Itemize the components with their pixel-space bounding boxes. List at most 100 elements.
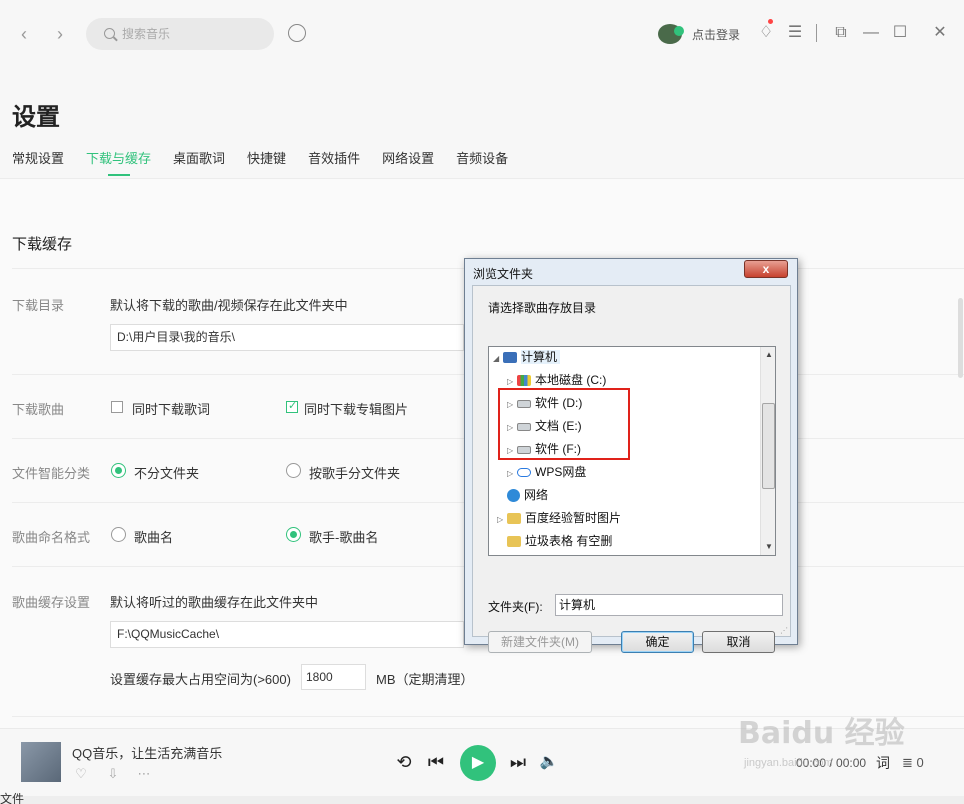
tree-item-label: 本地磁盘 (C:) [535,373,607,387]
title-bar: ‹ › 搜索音乐 点击登录 ♢ ☰ ⧉ — ☐ ✕ [0,0,964,72]
cloud-icon [517,468,531,478]
download-dir-desc: 默认将下载的歌曲/视频保存在此文件夹中 [110,298,348,313]
page-scrollbar[interactable] [958,298,963,378]
section-title: 下载缓存 [12,236,73,253]
search-input[interactable]: 搜索音乐 [86,18,274,50]
back-button[interactable]: ‹ [14,22,34,46]
mini-mode-icon[interactable]: ⧉ [832,24,850,42]
voice-search-icon[interactable] [288,24,306,42]
tree-item-drive-c[interactable]: ▷ 本地磁盘 (C:) [507,370,606,390]
cache-size-label: 设置缓存最大占用空间为(>600) [110,672,291,687]
computer-icon [503,352,517,364]
tree-item-label: 垃圾表格 有空删 [525,534,613,548]
download-cover-label: 同时下载专辑图片 [304,402,409,417]
album-cover[interactable] [21,742,61,782]
tab-shortcuts[interactable]: 快捷键 [247,148,286,176]
system-drive-icon [517,375,531,387]
naming-label: 歌曲命名格式 [12,530,91,545]
cache-desc: 默认将听过的歌曲缓存在此文件夹中 [110,595,319,610]
download-dir-field[interactable]: D:\用户目录\我的音乐\ [110,324,464,351]
tree-item-folder[interactable]: ▷ 百度经验暂时图片 [497,508,621,528]
cache-size-input[interactable]: 1800 [301,664,366,690]
new-folder-button[interactable]: 新建文件夹(M) [488,631,592,653]
expand-icon[interactable]: ▷ [497,510,507,530]
maximize-icon[interactable]: ☐ [891,24,909,42]
tree-item-computer[interactable]: ◢ 计算机 [493,347,561,369]
bottom-text: 文件 [0,792,25,804]
minimize-icon[interactable]: — [862,24,880,42]
naming-song-label: 歌曲名 [134,530,174,545]
download-icon[interactable]: ⇩ [105,766,121,782]
playlist-button[interactable]: ≣ 0 [902,755,924,771]
song-title: QQ音乐，让生活充满音乐 [72,746,223,761]
tab-network[interactable]: 网络设置 [382,148,434,176]
scroll-down-icon[interactable]: ▼ [765,542,773,551]
folder-input[interactable]: 计算机 [555,594,783,616]
classify-none-label: 不分文件夹 [134,466,200,481]
download-cover-checkbox[interactable] [286,399,298,413]
baidu-watermark-url: jingyan.baidu.com [744,757,833,769]
cache-dir-field[interactable]: F:\QQMusicCache\ [110,621,464,648]
separator [816,24,817,42]
naming-artist-song-radio[interactable] [286,527,301,542]
expand-icon[interactable]: ▷ [507,464,517,484]
tree-item-label: WPS网盘 [535,465,587,479]
tree-item-label: 百度经验暂时图片 [525,511,622,525]
lyric-button[interactable]: 词 [876,753,890,773]
close-icon[interactable]: ✕ [931,24,949,42]
tab-general[interactable]: 常规设置 [12,148,64,176]
tab-desktop-lyrics[interactable]: 桌面歌词 [173,148,225,176]
cache-size-unit: MB（定期清理） [376,672,474,687]
download-songs-label: 下载歌曲 [12,402,65,417]
tab-download-cache[interactable]: 下载与缓存 [86,148,151,176]
ok-button[interactable]: 确定 [621,631,694,653]
loop-icon[interactable]: ⟲ [393,751,415,773]
search-placeholder: 搜索音乐 [122,27,171,41]
download-lyrics-label: 同时下载歌词 [132,402,211,417]
classify-none-radio[interactable] [111,463,126,478]
folder-icon [507,513,521,525]
folder-icon [507,536,521,548]
cancel-button[interactable]: 取消 [702,631,775,653]
scroll-up-icon[interactable]: ▲ [765,350,773,359]
download-dir-label: 下载目录 [12,298,65,313]
tree-item-network[interactable]: 网络 [497,485,548,505]
previous-icon[interactable]: ⏮ [425,751,447,773]
skin-icon[interactable]: ♢ [757,24,775,42]
next-icon[interactable]: ⏭ [507,751,529,773]
forward-button[interactable]: › [50,22,70,46]
dialog-close-button[interactable]: x [744,260,788,278]
heart-icon[interactable]: ♡ [73,766,89,782]
download-lyrics-checkbox[interactable] [111,401,123,413]
scroll-thumb[interactable] [762,403,775,489]
resize-grip-icon[interactable]: ⋰ [780,626,788,635]
naming-song-radio[interactable] [111,527,126,542]
avatar[interactable] [658,24,684,44]
naming-artist-song-label: 歌手-歌曲名 [309,530,379,545]
more-icon[interactable]: ⋯ [136,766,152,782]
tree-item-label: 计算机 [521,350,561,364]
page-title: 设置 [12,104,60,131]
dialog-body: 请选择歌曲存放目录 ◢ 计算机 ▷ 本地磁盘 (C:) ▷ 软件 (D:) ▷ 文档 (… [472,285,791,653]
tree-item-wps-cloud[interactable]: ▷ WPS网盘 [507,462,586,482]
settings-tabs: 常规设置 下载与缓存 桌面歌词 快捷键 音效插件 网络设置 音频设备 [12,148,530,176]
search-icon [104,28,115,39]
collapse-icon[interactable]: ◢ [493,349,503,369]
network-icon [507,489,520,503]
tree-scrollbar[interactable]: ▲ ▼ [760,347,775,555]
baidu-watermark: Baidu 经验 [738,716,905,751]
tab-audio-plugins[interactable]: 音效插件 [308,148,360,176]
tree-item-folder[interactable]: 垃圾表格 有空删 [497,531,612,551]
notification-dot [768,19,773,24]
login-link[interactable]: 点击登录 [692,26,740,43]
folder-label: 文件夹(F): [488,600,543,614]
menu-icon[interactable]: ☰ [786,24,804,42]
highlight-box [498,388,630,460]
play-button[interactable]: ▶ [460,745,496,781]
dialog-prompt: 请选择歌曲存放目录 [488,301,597,315]
tab-audio-device[interactable]: 音频设备 [456,148,508,176]
playlist-count: 0 [916,755,924,770]
volume-icon[interactable]: 🔈 [538,751,560,773]
classify-artist-radio[interactable] [286,463,301,478]
cache-label: 歌曲缓存设置 [12,595,91,610]
